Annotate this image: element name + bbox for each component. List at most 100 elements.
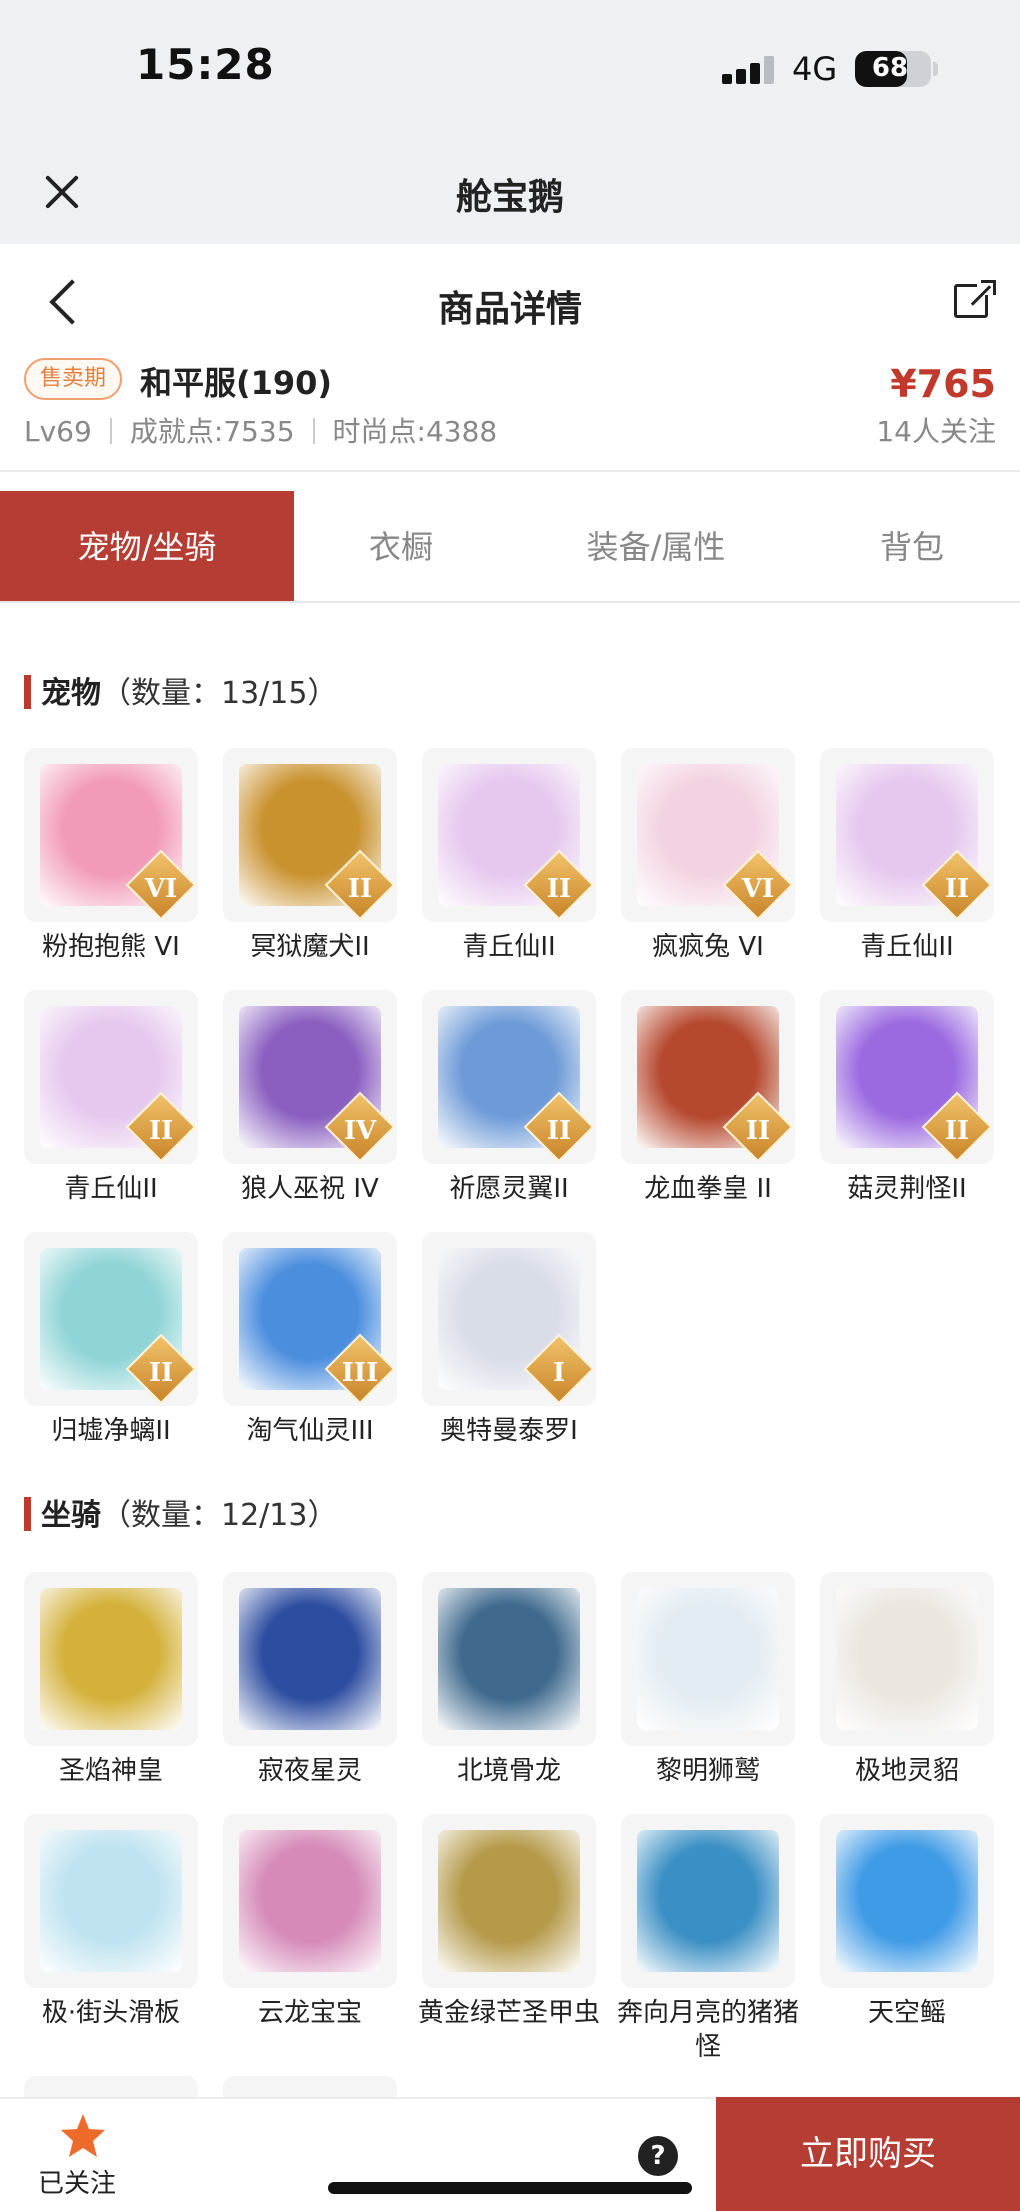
home-indicator	[328, 2182, 692, 2194]
item-card[interactable]: II 青丘仙II	[820, 748, 994, 964]
item-thumbnail[interactable]	[422, 1814, 596, 1988]
follow-label[interactable]: 已关注	[38, 2163, 116, 2200]
item-card[interactable]: IV 狼人巫祝 IV	[223, 990, 397, 1206]
section-name: 宠物	[41, 676, 101, 711]
battery-icon: 68	[855, 51, 931, 87]
tier-label: II	[148, 1358, 174, 1388]
item-card[interactable]: 极地灵貂	[820, 1572, 994, 1788]
item-card[interactable]: 寂夜星灵	[223, 1572, 397, 1788]
item-thumbnail[interactable]: II	[223, 748, 397, 922]
item-thumbnail[interactable]	[820, 1814, 994, 1988]
status-time: 15:28	[136, 40, 275, 89]
tab-wardrobe[interactable]: 衣橱	[294, 491, 508, 601]
tier-label: VI	[144, 874, 178, 904]
item-card[interactable]: II 龙血拳皇 II	[621, 990, 795, 1206]
status-badge: 售卖期	[24, 358, 123, 400]
item-thumbnail[interactable]	[24, 1814, 198, 1988]
item-thumbnail[interactable]: II	[820, 990, 994, 1164]
item-thumbnail[interactable]: II	[422, 990, 596, 1164]
item-card[interactable]: VI 粉抱抱熊 VI	[24, 748, 198, 964]
item-name: 狼人巫祝 IV	[241, 1174, 379, 1204]
item-thumbnail[interactable]: VI	[24, 748, 198, 922]
item-thumbnail[interactable]	[621, 1572, 795, 1746]
item-card[interactable]: I 奥特曼泰罗I	[422, 1232, 596, 1448]
item-card[interactable]: 北境骨龙	[422, 1572, 596, 1788]
item-art	[637, 1830, 779, 1972]
item-thumbnail[interactable]: III	[223, 1232, 397, 1406]
item-card[interactable]: 奔向月亮的猪猪怪	[617, 1814, 799, 2064]
item-thumbnail[interactable]: VI	[621, 748, 795, 922]
share-arrow-icon[interactable]	[966, 280, 996, 309]
item-name: 青丘仙II	[860, 932, 954, 962]
item-thumbnail[interactable]	[621, 1814, 795, 1988]
item-art	[836, 1588, 978, 1730]
tab-pets-mounts[interactable]: 宠物/坐骑	[0, 491, 294, 601]
item-art	[239, 1830, 381, 1972]
section-count: （数量：13/15）	[101, 676, 338, 711]
network-label: 4G	[792, 50, 838, 88]
item-thumbnail[interactable]: II	[820, 748, 994, 922]
tier-label: III	[341, 1358, 379, 1388]
item-card[interactable]: 极·街头滑板	[24, 1814, 198, 2064]
item-art	[637, 1588, 779, 1730]
buy-now-button[interactable]: 立即购买	[716, 2097, 1020, 2211]
tab-equipment[interactable]: 装备/属性	[508, 491, 804, 601]
achievement-points: 成就点:7535	[129, 415, 295, 448]
item-card[interactable]: II 菇灵荆怪II	[820, 990, 994, 1206]
item-thumbnail[interactable]: II	[24, 1232, 198, 1406]
item-name: 极·街头滑板	[41, 1998, 181, 2028]
item-thumbnail[interactable]	[24, 1572, 198, 1746]
server-name: 和平服(190)	[140, 364, 333, 402]
item-thumbnail[interactable]: II	[621, 990, 795, 1164]
item-card[interactable]: 圣焰神皇	[24, 1572, 198, 1788]
tier-label: II	[944, 1116, 970, 1146]
item-card[interactable]: II 归墟净螭II	[24, 1232, 198, 1448]
section-divider	[0, 470, 1020, 472]
item-card[interactable]: II 青丘仙II	[24, 990, 198, 1206]
followers-count: 14人关注	[876, 415, 996, 448]
item-name: 粉抱抱熊 VI	[42, 932, 180, 962]
item-name: 云龙宝宝	[257, 1998, 362, 2028]
item-thumbnail[interactable]: I	[422, 1232, 596, 1406]
page-title: 商品详情	[437, 289, 582, 330]
item-card[interactable]: II 青丘仙II	[422, 748, 596, 964]
pets-section-header: 宠物（数量：13/15）	[24, 668, 337, 712]
divider	[109, 418, 112, 444]
item-card[interactable]: II 祈愿灵翼II	[422, 990, 596, 1206]
tier-label: II	[347, 874, 373, 904]
item-art	[438, 1830, 580, 1972]
item-card[interactable]: 天空鳐	[820, 1814, 994, 2064]
item-card[interactable]: II 冥狱魔犬II	[223, 748, 397, 964]
tab-backpack[interactable]: 背包	[804, 491, 1020, 601]
top-area: 15:28 4G 68 舱宝鹅	[0, 0, 1020, 244]
item-thumbnail[interactable]	[422, 1572, 596, 1746]
item-name: 淘气仙灵III	[246, 1416, 374, 1446]
tier-label: II	[944, 874, 970, 904]
mounts-grid: 圣焰神皇 寂夜星灵 北境骨龙 黎明狮鹫 极地灵貂极·街头滑板 云龙宝宝 黄金绿芒圣甲虫 奔向月…	[24, 1572, 1000, 2064]
item-name: 天空鳐	[867, 1998, 946, 2028]
item-thumbnail[interactable]	[820, 1572, 994, 1746]
item-name: 冥狱魔犬II	[250, 932, 370, 962]
fashion-points: 时尚点:4388	[332, 415, 498, 448]
item-card[interactable]: 黄金绿芒圣甲虫	[418, 1814, 600, 2064]
item-thumbnail[interactable]: IV	[223, 990, 397, 1164]
level: Lv69	[24, 415, 92, 448]
item-thumbnail[interactable]	[223, 1814, 397, 1988]
star-icon[interactable]	[58, 2111, 108, 2161]
section-marker	[24, 1497, 31, 1531]
pets-grid: VI 粉抱抱熊 VI II 冥狱魔犬II II 青丘仙II VI 疯疯兔 VI II 青丘仙II I…	[24, 748, 1000, 1448]
item-card[interactable]: 黎明狮鹫	[621, 1572, 795, 1788]
battery-tip	[933, 62, 938, 76]
item-card[interactable]: VI 疯疯兔 VI	[621, 748, 795, 964]
item-thumbnail[interactable]: II	[24, 990, 198, 1164]
item-name: 奔向月亮的猪猪怪	[616, 1998, 799, 2062]
item-thumbnail[interactable]: II	[422, 748, 596, 922]
battery-level: 68	[871, 53, 909, 83]
tab-bar: 宠物/坐骑 衣橱 装备/属性 背包	[0, 491, 1020, 603]
item-name: 黄金绿芒圣甲虫	[417, 1998, 600, 2028]
item-art	[40, 1830, 182, 1972]
help-icon[interactable]: ?	[638, 2136, 678, 2176]
item-card[interactable]: III 淘气仙灵III	[223, 1232, 397, 1448]
item-card[interactable]: 云龙宝宝	[223, 1814, 397, 2064]
item-thumbnail[interactable]	[223, 1572, 397, 1746]
